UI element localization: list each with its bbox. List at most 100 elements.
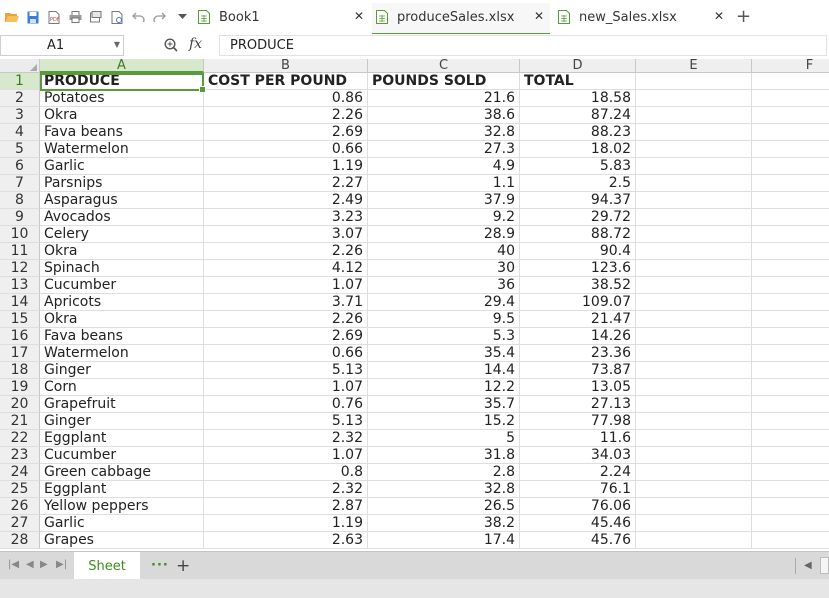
table-cell[interactable]: 9.5 [368, 311, 520, 328]
table-cell[interactable]: 2.63 [204, 532, 368, 549]
undo-icon[interactable] [131, 10, 145, 24]
row-header[interactable]: 13 [0, 277, 40, 294]
table-cell[interactable] [636, 107, 752, 124]
table-cell[interactable] [636, 430, 752, 447]
table-cell[interactable]: Ginger [40, 413, 204, 430]
table-cell[interactable]: Cucumber [40, 447, 204, 464]
table-cell[interactable]: 21.47 [520, 311, 636, 328]
table-cell[interactable]: 123.6 [520, 260, 636, 277]
table-cell[interactable]: Grapes [40, 532, 204, 549]
table-cell[interactable]: 87.24 [520, 107, 636, 124]
row-header[interactable]: 12 [0, 260, 40, 277]
row-header[interactable]: 8 [0, 192, 40, 209]
table-cell[interactable]: 1.07 [204, 277, 368, 294]
table-cell[interactable] [636, 413, 752, 430]
table-cell[interactable]: 2.5 [520, 175, 636, 192]
table-cell[interactable] [752, 481, 829, 498]
row-header[interactable]: 4 [0, 124, 40, 141]
table-cell[interactable] [636, 158, 752, 175]
tab-book1[interactable]: Book1 ✕ [194, 3, 370, 33]
table-cell[interactable] [752, 379, 829, 396]
table-cell[interactable]: 26.5 [368, 498, 520, 515]
print-icon[interactable] [68, 10, 82, 24]
table-cell[interactable]: 14.26 [520, 328, 636, 345]
table-cell[interactable] [752, 413, 829, 430]
table-cell[interactable]: 37.9 [368, 192, 520, 209]
table-cell[interactable]: Eggplant [40, 481, 204, 498]
table-cell[interactable] [636, 515, 752, 532]
table-cell[interactable]: Fava beans [40, 328, 204, 345]
table-cell[interactable]: 90.4 [520, 243, 636, 260]
table-cell[interactable]: 27.13 [520, 396, 636, 413]
table-cell[interactable]: Apricots [40, 294, 204, 311]
table-cell[interactable] [636, 464, 752, 481]
table-cell[interactable]: 5.3 [368, 328, 520, 345]
table-cell[interactable]: 2.69 [204, 124, 368, 141]
table-cell[interactable] [752, 175, 829, 192]
table-cell[interactable]: 18.58 [520, 90, 636, 107]
table-cell[interactable] [752, 90, 829, 107]
table-cell[interactable]: Parsnips [40, 175, 204, 192]
table-cell[interactable]: 2.69 [204, 328, 368, 345]
last-sheet-icon[interactable]: ▶| [56, 559, 67, 570]
table-cell[interactable]: 29.72 [520, 209, 636, 226]
table-cell[interactable]: 0.76 [204, 396, 368, 413]
table-cell[interactable] [636, 481, 752, 498]
table-cell[interactable]: Yellow peppers [40, 498, 204, 515]
save-icon[interactable] [26, 10, 40, 24]
table-cell[interactable]: Fava beans [40, 124, 204, 141]
table-cell[interactable]: 14.4 [368, 362, 520, 379]
table-cell[interactable] [636, 328, 752, 345]
table-cell[interactable] [752, 345, 829, 362]
scroll-left-icon[interactable]: ◀ [804, 560, 812, 571]
table-cell[interactable] [636, 192, 752, 209]
table-cell[interactable]: Watermelon [40, 345, 204, 362]
table-cell[interactable]: 2.26 [204, 107, 368, 124]
table-cell[interactable]: Watermelon [40, 141, 204, 158]
row-header[interactable]: 23 [0, 447, 40, 464]
row-header[interactable]: 10 [0, 226, 40, 243]
table-cell[interactable]: 88.72 [520, 226, 636, 243]
row-header[interactable]: 9 [0, 209, 40, 226]
table-cell[interactable] [636, 226, 752, 243]
table-cell[interactable]: 1.19 [204, 158, 368, 175]
table-cell[interactable]: 18.02 [520, 141, 636, 158]
table-cell[interactable]: 2.26 [204, 243, 368, 260]
table-cell[interactable] [636, 345, 752, 362]
table-cell[interactable]: Cucumber [40, 277, 204, 294]
table-cell[interactable]: 2.32 [204, 430, 368, 447]
row-header[interactable]: 19 [0, 379, 40, 396]
row-header[interactable]: 15 [0, 311, 40, 328]
table-cell[interactable]: Garlic [40, 158, 204, 175]
row-header[interactable]: 26 [0, 498, 40, 515]
table-cell[interactable]: 15.2 [368, 413, 520, 430]
table-cell[interactable]: 12.2 [368, 379, 520, 396]
table-cell[interactable] [636, 396, 752, 413]
table-cell[interactable]: 38.2 [368, 515, 520, 532]
table-cell[interactable]: 4.12 [204, 260, 368, 277]
table-cell[interactable] [636, 243, 752, 260]
row-header[interactable]: 18 [0, 362, 40, 379]
table-cell[interactable]: 76.06 [520, 498, 636, 515]
sheet-list-icon[interactable]: ··· [151, 558, 169, 573]
table-cell[interactable]: Corn [40, 379, 204, 396]
table-cell[interactable] [752, 328, 829, 345]
tab-producesales[interactable]: produceSales.xlsx ✕ [372, 3, 550, 35]
table-cell[interactable]: Eggplant [40, 430, 204, 447]
table-cell[interactable] [752, 260, 829, 277]
close-icon[interactable]: ✕ [714, 9, 724, 23]
table-cell[interactable]: 5.13 [204, 413, 368, 430]
select-all-corner[interactable] [0, 59, 40, 73]
table-cell[interactable]: 0.86 [204, 90, 368, 107]
table-cell[interactable]: 29.4 [368, 294, 520, 311]
table-cell[interactable]: Green cabbage [40, 464, 204, 481]
table-cell[interactable] [752, 498, 829, 515]
table-cell[interactable]: 5.13 [204, 362, 368, 379]
table-cell[interactable]: 0.8 [204, 464, 368, 481]
zoom-icon[interactable] [164, 37, 178, 56]
table-cell[interactable]: 76.1 [520, 481, 636, 498]
table-cell[interactable] [752, 311, 829, 328]
name-box[interactable]: A1 ▼ [0, 35, 124, 56]
prev-sheet-icon[interactable]: ◀ [26, 559, 34, 570]
table-cell[interactable]: 3.07 [204, 226, 368, 243]
